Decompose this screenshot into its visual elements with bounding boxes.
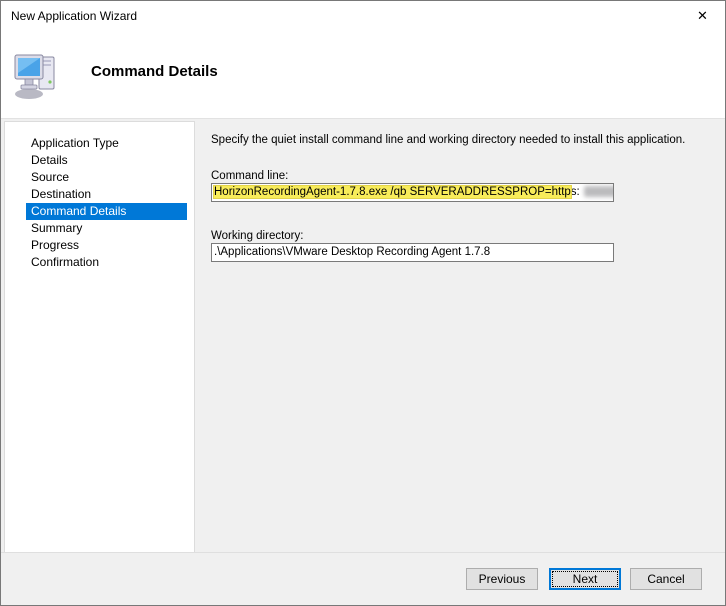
command-line-input[interactable]: HorizonRecordingAgent-1.7.8.exe /qb SERV… (211, 183, 614, 202)
wizard-content-panel: Specify the quiet install command line a… (211, 119, 716, 553)
cancel-button[interactable]: Cancel (630, 568, 702, 590)
window-title: New Application Wizard (1, 9, 680, 23)
command-line-highlighted-text: HorizonRecordingAgent-1.7.8.exe /qb SERV… (214, 186, 571, 198)
sidebar-item-command-details[interactable]: Command Details (26, 203, 187, 220)
page-title: Command Details (91, 63, 218, 80)
working-directory-label: Working directory: (211, 230, 303, 242)
instruction-text: Specify the quiet install command line a… (211, 134, 711, 146)
computer-icon (13, 51, 61, 106)
sidebar-item-destination[interactable]: Destination (26, 186, 187, 203)
command-line-label: Command line: (211, 170, 288, 182)
sidebar-item-summary[interactable]: Summary (26, 220, 187, 237)
redacted-server-address (584, 186, 614, 197)
title-bar: New Application Wizard ✕ (1, 1, 725, 31)
sidebar-item-application-type[interactable]: Application Type (26, 135, 187, 152)
sidebar-item-progress[interactable]: Progress (26, 237, 187, 254)
close-icon[interactable]: ✕ (680, 1, 725, 31)
new-application-wizard-window: New Application Wizard ✕ Command Details… (0, 0, 726, 606)
wizard-header: Command Details (1, 31, 725, 119)
next-button[interactable]: Next (549, 568, 621, 590)
previous-button[interactable]: Previous (466, 568, 538, 590)
sidebar-item-details[interactable]: Details (26, 152, 187, 169)
sidebar-item-source[interactable]: Source (26, 169, 187, 186)
command-line-plain-text: s: (571, 186, 580, 198)
wizard-steps-sidebar: Application Type Details Source Destinat… (4, 121, 195, 553)
sidebar-item-confirmation[interactable]: Confirmation (26, 254, 187, 271)
working-directory-input[interactable]: .\Applications\VMware Desktop Recording … (211, 243, 614, 262)
wizard-footer: Previous Next Cancel (1, 552, 725, 605)
